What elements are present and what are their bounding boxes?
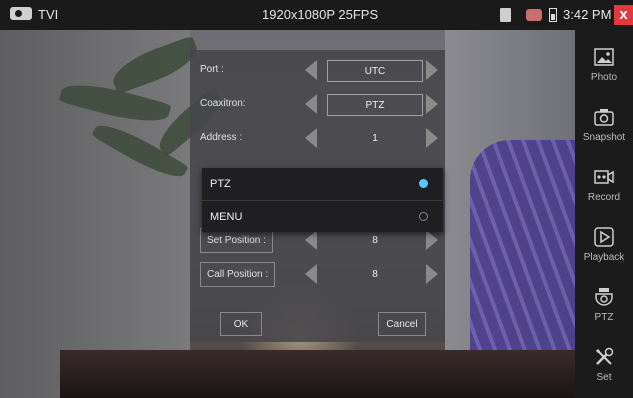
photo-icon (593, 46, 615, 68)
call-position-value[interactable]: 8 (327, 264, 423, 286)
coaxitron-row: Coaxitron: PTZ (190, 90, 445, 122)
port-prev-arrow-icon[interactable] (305, 60, 317, 80)
record-icon (593, 166, 615, 188)
address-prev-arrow-icon[interactable] (305, 128, 317, 148)
play-icon (593, 226, 615, 248)
set-position-value[interactable]: 8 (327, 230, 423, 252)
radio-unselected-icon[interactable] (419, 212, 428, 221)
sd-card-icon (500, 8, 511, 22)
battery-icon (549, 8, 557, 22)
sidebar-item-label: Set (596, 372, 612, 383)
coaxitron-prev-arrow-icon[interactable] (305, 94, 317, 114)
sidebar-item-label: Snapshot (582, 132, 626, 143)
tools-icon (593, 346, 615, 368)
sidebar-item-label: Playback (583, 252, 625, 263)
sidebar-item-set[interactable]: Set (575, 338, 633, 396)
coaxitron-next-arrow-icon[interactable] (426, 94, 438, 114)
address-next-arrow-icon[interactable] (426, 128, 438, 148)
radio-selected-icon[interactable] (419, 179, 428, 188)
cancel-button[interactable]: Cancel (378, 312, 426, 336)
address-row: Address : 1 (190, 124, 445, 156)
call-position-row: Call Position : 8 (190, 260, 445, 292)
sidebar-item-snapshot[interactable]: Snapshot (575, 98, 633, 156)
port-next-arrow-icon[interactable] (426, 60, 438, 80)
coaxitron-mode-popup: PTZ MENU (202, 168, 443, 232)
set-position-prev-arrow-icon[interactable] (305, 230, 317, 250)
network-icon (526, 9, 542, 21)
call-position-next-arrow-icon[interactable] (426, 264, 438, 284)
option-ptz[interactable]: PTZ (202, 168, 443, 200)
sidebar-item-record[interactable]: Record (575, 158, 633, 216)
background-desk (60, 350, 575, 398)
set-position-next-arrow-icon[interactable] (426, 230, 438, 250)
port-row: Port : UTC (190, 56, 445, 88)
address-value[interactable]: 1 (327, 128, 423, 150)
option-label: MENU (210, 211, 243, 223)
clock: 3:42 PM (563, 7, 612, 22)
sidebar-item-label: Photo (590, 72, 618, 83)
option-menu[interactable]: MENU (202, 201, 443, 233)
call-position-prev-arrow-icon[interactable] (305, 264, 317, 284)
sidebar: Photo Snapshot Record Playback PTZ Set (575, 30, 633, 398)
sidebar-item-label: PTZ (594, 312, 614, 323)
close-button[interactable]: x (614, 5, 633, 25)
option-label: PTZ (210, 178, 231, 190)
coaxitron-value[interactable]: PTZ (327, 94, 423, 116)
ptz-dome-icon (593, 286, 615, 308)
background-wall (0, 30, 190, 398)
coaxitron-label: Coaxitron: (200, 98, 246, 109)
signal-mode: TVI (38, 7, 59, 22)
resolution-label: 1920x1080P 25FPS (262, 7, 379, 22)
call-position-button[interactable]: Call Position : (200, 262, 276, 287)
sidebar-item-photo[interactable]: Photo (575, 38, 633, 96)
ok-button[interactable]: OK (220, 312, 262, 336)
sidebar-item-label: Record (587, 192, 621, 203)
port-value[interactable]: UTC (327, 60, 423, 82)
address-label: Address : (200, 132, 243, 143)
camera-icon (10, 7, 32, 20)
sidebar-item-playback[interactable]: Playback (575, 218, 633, 276)
camera-icon (593, 106, 615, 128)
port-label: Port : (200, 64, 224, 75)
sidebar-item-ptz[interactable]: PTZ (575, 278, 633, 336)
status-bar: TVI 1920x1080P 25FPS 3:42 PM x (0, 0, 633, 30)
